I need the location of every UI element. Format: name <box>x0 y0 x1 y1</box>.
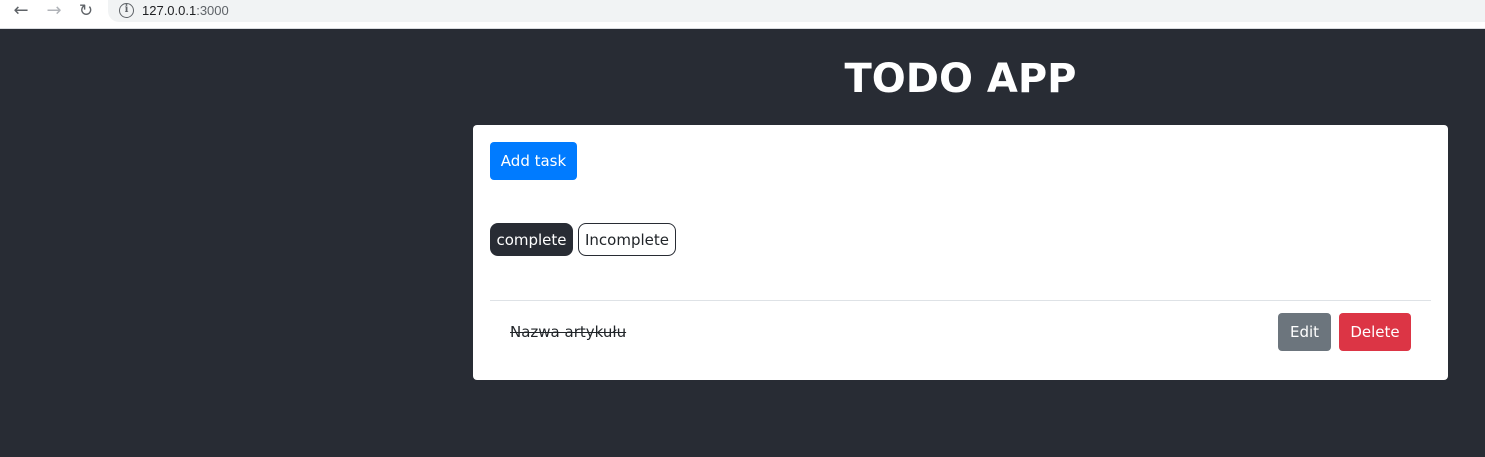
info-icon[interactable]: i <box>119 3 134 18</box>
url-port: :3000 <box>196 3 229 18</box>
task-row: Nazwa artykułu Edit Delete <box>490 301 1431 367</box>
add-task-button[interactable]: Add task <box>490 142 577 180</box>
page-title: TODO APP <box>844 56 1077 102</box>
filter-complete-button[interactable]: complete <box>490 223 573 256</box>
browser-toolbar: ← → ↻ i 127.0.0.1:3000 <box>0 0 1485 29</box>
reload-icon[interactable]: ↻ <box>74 2 98 20</box>
url-text[interactable]: 127.0.0.1:3000 <box>142 3 229 18</box>
delete-task-button[interactable]: Delete <box>1339 313 1411 351</box>
todo-card: Add task complete Incomplete Nazwa artyk… <box>473 125 1448 380</box>
url-host: 127.0.0.1 <box>142 3 197 18</box>
forward-arrow-icon[interactable]: → <box>42 2 66 20</box>
address-bar[interactable]: i 127.0.0.1:3000 <box>108 0 1485 22</box>
filter-incomplete-button[interactable]: Incomplete <box>578 223 676 256</box>
task-name[interactable]: Nazwa artykułu <box>510 323 626 341</box>
edit-task-button[interactable]: Edit <box>1278 313 1331 351</box>
back-arrow-icon[interactable]: ← <box>9 2 33 20</box>
